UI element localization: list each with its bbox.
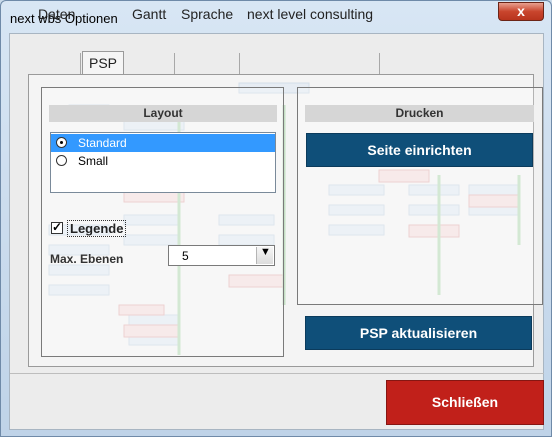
chevron-down-icon: ▼ [260, 246, 271, 258]
max-levels-value: 5 [182, 249, 189, 263]
update-psp-button[interactable]: PSP aktualisieren [305, 316, 532, 350]
legend-label[interactable]: Legende [67, 220, 127, 237]
max-levels-select[interactable]: 5 ▼ [168, 245, 275, 266]
close-button[interactable]: Schließen [386, 380, 544, 425]
layout-option-list: Standard Small [50, 132, 276, 193]
options-window: next wbs Optionen x Daten PSP Gantt Spra… [0, 0, 552, 437]
tab-daten[interactable]: Daten [38, 4, 75, 24]
checkmark-icon: ✓ [52, 220, 63, 234]
tab-separator [174, 53, 175, 75]
tab-gantt[interactable]: Gantt [132, 4, 166, 24]
print-title: Drucken [305, 105, 534, 122]
tab-separator [80, 53, 81, 75]
radio-icon [56, 155, 67, 166]
tab-separator [239, 53, 240, 75]
max-levels-label: Max. Ebenen [50, 252, 124, 266]
layout-option-small[interactable]: Small [51, 152, 275, 170]
close-icon: x [517, 3, 525, 19]
tab-psp[interactable]: PSP [82, 51, 125, 75]
radio-selected-icon [56, 137, 67, 148]
layout-option-standard[interactable]: Standard [51, 134, 275, 152]
option-label: Small [78, 154, 109, 168]
tab-sprache[interactable]: Sprache [181, 4, 233, 24]
window-close-button[interactable]: x [498, 2, 544, 21]
dropdown-button[interactable]: ▼ [256, 246, 273, 264]
divider [10, 373, 544, 374]
legend-checkbox[interactable]: ✓ [51, 220, 63, 234]
layout-title: Layout [49, 105, 277, 122]
page-setup-button[interactable]: Seite einrichten [306, 133, 533, 167]
option-label: Standard [78, 136, 127, 150]
tab-next-level-consulting[interactable]: next level consulting [247, 4, 373, 24]
tab-separator [379, 53, 380, 75]
